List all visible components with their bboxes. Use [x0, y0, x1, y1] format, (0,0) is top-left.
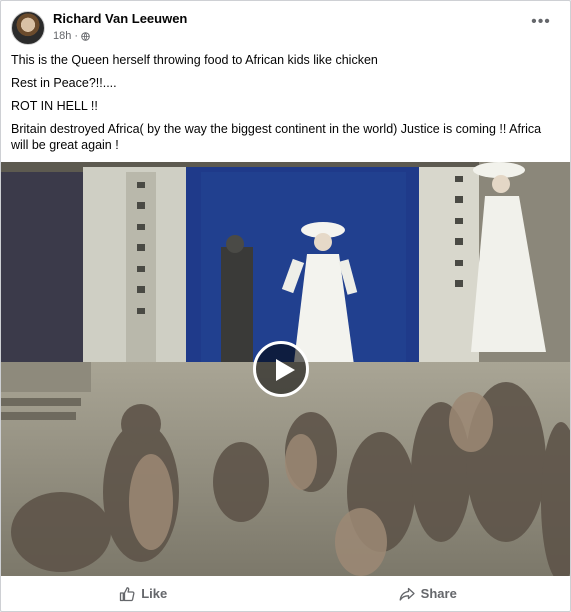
video-player[interactable] — [1, 162, 570, 576]
post-time[interactable]: 18h — [53, 30, 71, 42]
post-meta: 18h · — [53, 30, 90, 42]
share-arrow-icon — [399, 587, 415, 601]
post-paragraph: ROT IN HELL !! — [11, 99, 98, 113]
post-paragraph: Britain destroyed Africa( by the way the… — [11, 122, 542, 152]
share-label: Share — [420, 586, 457, 601]
post-header: Richard Van Leeuwen 18h · ••• — [11, 9, 560, 49]
post-paragraph: Rest in Peace?!!.... — [11, 76, 117, 90]
play-icon — [276, 359, 295, 381]
play-button[interactable] — [253, 341, 309, 397]
post-paragraph: This is the Queen herself throwing food … — [11, 53, 378, 67]
like-button[interactable]: Like — [1, 579, 286, 609]
action-bar: Like Share — [1, 576, 570, 611]
share-button[interactable]: Share — [286, 579, 571, 609]
post-text: This is the Queen herself throwing food … — [11, 52, 557, 160]
post-card: Richard Van Leeuwen 18h · ••• This is th… — [0, 0, 571, 612]
globe-icon — [81, 31, 90, 41]
more-horizontal-icon: ••• — [531, 13, 551, 30]
author-name[interactable]: Richard Van Leeuwen — [53, 11, 187, 26]
like-label: Like — [141, 586, 168, 601]
avatar[interactable] — [11, 11, 45, 45]
thumbs-up-icon — [120, 586, 135, 601]
more-options-button[interactable]: ••• — [528, 13, 554, 35]
